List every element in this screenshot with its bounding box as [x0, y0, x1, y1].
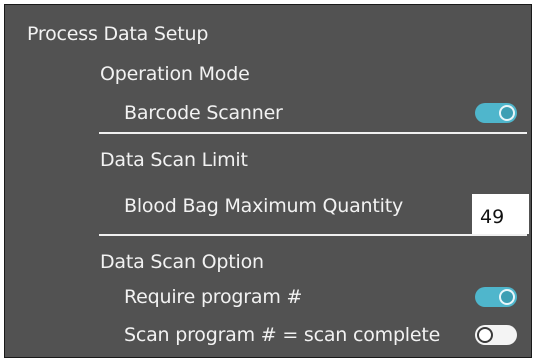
- toggle-knob: [499, 289, 515, 305]
- process-data-setup-panel: Process Data Setup Operation Mode Barcod…: [4, 4, 532, 358]
- require-program-toggle[interactable]: [475, 287, 517, 307]
- scan-program-complete-toggle[interactable]: [475, 325, 517, 345]
- panel-title: Process Data Setup: [27, 23, 209, 45]
- toggle-knob: [499, 105, 515, 121]
- barcode-scanner-label: Barcode Scanner: [124, 102, 283, 124]
- section-divider: [99, 132, 527, 134]
- barcode-scanner-toggle[interactable]: [475, 103, 517, 123]
- blood-bag-maximum-quantity-label: Blood Bag Maximum Quantity: [124, 195, 404, 217]
- scan-program-complete-label: Scan program # = scan complete: [124, 324, 441, 346]
- toggle-knob: [477, 327, 493, 343]
- section-heading-operation-mode: Operation Mode: [100, 63, 250, 85]
- section-heading-data-scan-option: Data Scan Option: [100, 251, 264, 273]
- section-heading-data-scan-limit: Data Scan Limit: [100, 149, 248, 171]
- section-divider: [99, 234, 527, 236]
- blood-bag-maximum-quantity-input[interactable]: [472, 194, 529, 234]
- require-program-label: Require program #: [124, 286, 303, 308]
